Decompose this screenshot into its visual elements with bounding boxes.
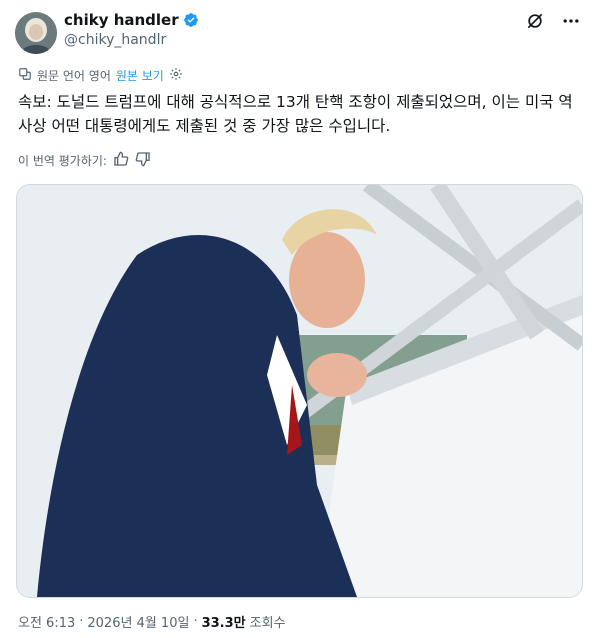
rate-translation-row: 이 번역 평가하기: — [18, 151, 151, 170]
translation-bar: 원문 언어 영어 원본 보기 — [18, 67, 183, 84]
source-language-label: 원문 언어 영어 — [37, 69, 111, 83]
avatar[interactable] — [15, 12, 57, 54]
tweet-date[interactable]: 2026년 4월 10일 — [87, 612, 189, 631]
translate-icon — [18, 67, 32, 84]
tweet-time[interactable]: 오전 6:13 — [18, 612, 75, 631]
gear-icon[interactable] — [169, 67, 183, 84]
thumbs-up-icon[interactable] — [113, 151, 129, 170]
tweet-meta: 오전 6:13 · 2026년 4월 10일 · 33.3만 조회수 — [18, 612, 286, 631]
author-name-row[interactable]: chiky handler — [64, 11, 199, 29]
tweet-header-actions — [524, 10, 582, 32]
views-label: 조회수 — [249, 616, 286, 631]
verified-badge-icon[interactable] — [183, 12, 199, 28]
meta-separator-2: · — [193, 614, 198, 629]
show-original-link[interactable]: 원본 보기 — [116, 67, 164, 84]
more-icon[interactable] — [560, 10, 582, 32]
views-count[interactable]: 33.3만 — [202, 612, 246, 631]
thumbs-down-icon[interactable] — [135, 151, 151, 170]
author-display-name[interactable]: chiky handler — [64, 11, 179, 29]
meta-separator: · — [79, 614, 84, 629]
tweet-text: 속보: 도널드 트럼프에 대해 공식적으로 13개 탄핵 조항이 제출되었으며,… — [18, 93, 573, 135]
grok-icon[interactable] — [524, 10, 546, 32]
author-handle[interactable]: @chiky_handlr — [64, 32, 166, 48]
rate-translation-label: 이 번역 평가하기: — [18, 154, 107, 168]
photo-illustration — [17, 185, 582, 597]
tweet-photo[interactable] — [16, 184, 583, 598]
